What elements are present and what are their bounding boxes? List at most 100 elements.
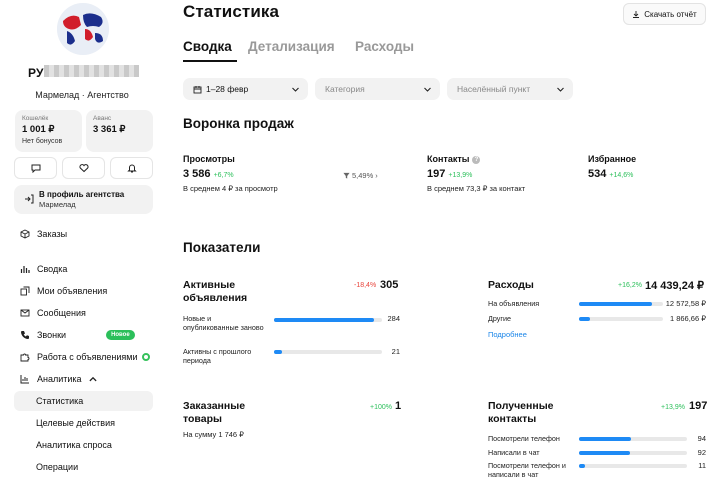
- conversion-link[interactable]: 5,49% ›: [343, 171, 378, 180]
- nav-analytics[interactable]: Аналитика: [14, 369, 153, 389]
- ordered-goods-value: 1: [395, 400, 402, 412]
- avatar[interactable]: [57, 3, 109, 55]
- received-contacts-value: 197: [689, 400, 708, 412]
- expenses-delta: +16,2%: [618, 282, 642, 289]
- chat-icon: [31, 164, 40, 173]
- wallet-sub: Нет бонусов: [22, 138, 63, 145]
- nav-my-ads[interactable]: Мои объявления: [14, 281, 153, 301]
- wallet-card[interactable]: Кошелёк 1 001 ₽ Нет бонусов: [15, 110, 82, 152]
- expenses-row-other-label: Другие: [488, 314, 512, 323]
- period-select[interactable]: 1–28 февр: [183, 78, 308, 100]
- tab-expenses[interactable]: Расходы: [355, 39, 414, 54]
- nav-work-with-ads[interactable]: Работа с объявлениями: [14, 347, 153, 367]
- favorites-delta: +14,6%: [609, 172, 634, 179]
- notifications-button[interactable]: [110, 157, 153, 179]
- globe-avatar: [57, 3, 109, 55]
- nav-statistics[interactable]: Статистика: [14, 391, 153, 411]
- contacts-row-both-bar: [579, 464, 687, 468]
- messages-button[interactable]: [14, 157, 57, 179]
- download-report-button[interactable]: Скачать отчёт: [623, 3, 706, 25]
- chevron-down-icon: [557, 87, 564, 92]
- contacts-row-both-fill: [579, 464, 586, 468]
- calls-new-badge: Новое: [106, 330, 135, 340]
- chart-icon: [20, 375, 29, 384]
- nav-messages[interactable]: Сообщения: [14, 303, 153, 323]
- nav-demand-analytics-label: Аналитика спроса: [36, 440, 112, 450]
- user-name: РУ: [28, 66, 44, 80]
- nav-calls[interactable]: Звонки Новое: [14, 325, 153, 345]
- expenses-row-other-fill: [579, 317, 590, 321]
- funnel-icon: [343, 172, 350, 179]
- agency-profile-button[interactable]: В профиль агентства Мармелад: [14, 185, 153, 214]
- nav-demand-analytics[interactable]: Аналитика спроса: [14, 435, 153, 455]
- nav-operations[interactable]: Операции: [14, 457, 153, 477]
- received-contacts-label: Полученные контакты: [488, 400, 554, 425]
- funnel-title: Воронка продаж: [183, 116, 294, 131]
- active-row-new-value: 284: [387, 314, 400, 323]
- favorites-value: 534 +14,6%: [588, 168, 633, 180]
- agency-name: Мармелад · Агентство: [35, 90, 129, 100]
- contacts-row-both-value: 11: [698, 461, 706, 470]
- info-icon[interactable]: ?: [472, 156, 481, 164]
- contacts-label-text: Контакты: [427, 154, 470, 164]
- expenses-row-ads-fill: [579, 302, 653, 306]
- ordered-goods-label: Заказанные товары: [183, 400, 246, 425]
- chevron-down-icon: [424, 87, 431, 92]
- nav-summary[interactable]: Сводка: [14, 259, 153, 279]
- active-row-prev-bar: [274, 350, 382, 354]
- views-label: Просмотры: [183, 154, 235, 164]
- nav-orders[interactable]: Заказы: [14, 224, 153, 244]
- chevron-right-icon: ›: [375, 171, 378, 180]
- views-note: В среднем 4 ₽ за просмотр: [183, 184, 278, 193]
- category-select[interactable]: Категория: [315, 78, 440, 100]
- puzzle-icon: [20, 353, 30, 362]
- mail-icon: [20, 309, 30, 317]
- page-title: Статистика: [183, 2, 280, 21]
- heart-icon: [78, 164, 89, 173]
- active-ads-label: Активные объявления: [183, 279, 248, 304]
- favorites-number: 534: [588, 168, 607, 180]
- contacts-row-phone-value: 94: [697, 434, 706, 443]
- views-number: 3 586: [183, 168, 211, 180]
- expenses-row-ads-label: На объявления: [488, 299, 540, 308]
- nav-my-ads-label: Мои объявления: [37, 286, 108, 296]
- expenses-value: 14 439,24 ₽: [645, 280, 704, 292]
- city-select[interactable]: Населённый пункт: [447, 78, 573, 100]
- profile-line2: Мармелад: [39, 199, 76, 209]
- favorites-button[interactable]: [62, 157, 105, 179]
- contacts-note: В среднем 73,3 ₽ за контакт: [427, 184, 526, 193]
- tab-summary[interactable]: Сводка: [183, 39, 232, 54]
- wallet-caption: Кошелёк: [22, 115, 49, 122]
- phone-icon: [21, 331, 29, 339]
- contacts-row-phone-fill: [579, 437, 631, 441]
- chevron-down-icon: [292, 87, 299, 92]
- active-row-new-label: Новые и опубликованные заново: [183, 314, 264, 332]
- login-arrow-icon: [25, 194, 34, 204]
- nav-orders-label: Заказы: [37, 229, 68, 239]
- contacts-value: 197 +13,9%: [427, 168, 472, 180]
- contacts-row-chat-bar: [579, 451, 687, 455]
- expenses-row-ads-value: 12 572,58 ₽: [665, 299, 706, 308]
- status-dot: [142, 353, 151, 361]
- advance-card[interactable]: Аванс 3 361 ₽: [86, 110, 153, 152]
- nav-analytics-label: Аналитика: [37, 374, 82, 384]
- conversion-value: 5,49%: [352, 171, 374, 180]
- advance-caption: Аванс: [93, 115, 112, 122]
- views-value: 3 586 +6,7%: [183, 168, 234, 180]
- active-row-new-fill: [274, 318, 375, 322]
- nav-target-actions[interactable]: Целевые действия: [14, 413, 153, 433]
- views-delta: +6,7%: [213, 172, 234, 179]
- contacts-row-chat-fill: [579, 451, 630, 455]
- nav-summary-label: Сводка: [37, 264, 68, 274]
- expenses-more-link[interactable]: Подробнее: [488, 330, 527, 339]
- ordered-goods-note: На сумму 1 746 ₽: [183, 430, 244, 439]
- bar-chart-icon: [20, 266, 30, 273]
- active-row-prev-fill: [274, 350, 282, 354]
- expenses-label: Расходы: [488, 279, 534, 291]
- nav-messages-label: Сообщения: [37, 308, 86, 318]
- advance-value: 3 361 ₽: [93, 124, 126, 135]
- tab-underline: [183, 60, 237, 62]
- contacts-row-phone-bar: [579, 437, 687, 441]
- copy-icon: [20, 286, 30, 296]
- tab-details[interactable]: Детализация: [248, 39, 335, 54]
